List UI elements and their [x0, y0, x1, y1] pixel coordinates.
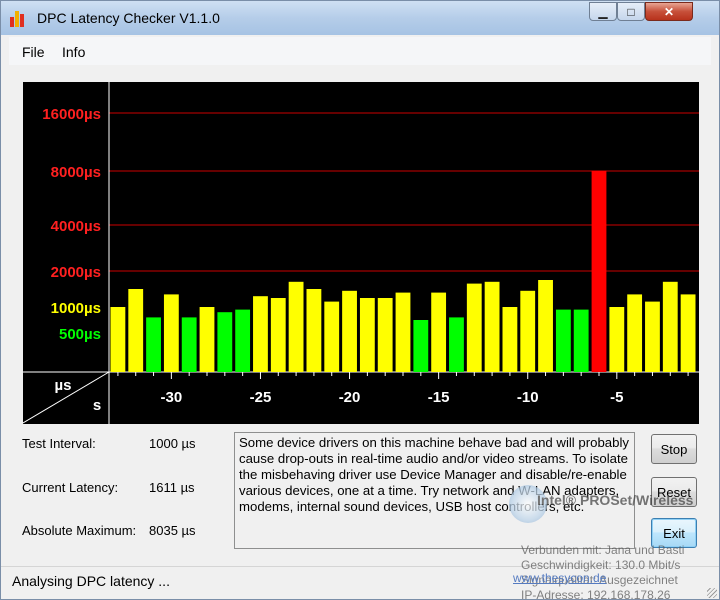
latency-bar — [377, 298, 393, 372]
latency-bar — [680, 294, 696, 372]
latency-bar — [128, 289, 144, 372]
test-interval-value: 1000 µs — [149, 436, 196, 451]
y-tick-label: 16000µs — [42, 106, 101, 123]
latency-bar — [609, 307, 625, 372]
x-unit-label: s — [93, 397, 101, 414]
y-tick-label: 500µs — [59, 326, 101, 343]
absolute-maximum-value: 8035 µs — [149, 523, 196, 538]
latency-bar — [627, 294, 643, 372]
latency-bar — [449, 317, 464, 372]
latency-bar — [520, 290, 536, 372]
latency-bar — [217, 312, 233, 372]
latency-bar — [502, 307, 518, 372]
app-icon — [10, 9, 28, 27]
latency-bar — [555, 309, 571, 372]
stop-button[interactable]: Stop — [651, 434, 697, 464]
x-tick-label: -10 — [517, 389, 539, 406]
absolute-maximum-label: Absolute Maximum: — [22, 523, 137, 538]
x-tick-label: -15 — [428, 389, 450, 406]
latency-bar — [163, 294, 179, 372]
menu-file[interactable]: File — [22, 44, 45, 60]
latency-bar — [431, 292, 447, 372]
y-tick-label: 8000µs — [51, 164, 101, 181]
latency-bar — [181, 317, 197, 372]
latency-bar — [395, 292, 411, 372]
thesycon-link[interactable]: www.thesycon.de — [513, 571, 606, 586]
latency-bar — [199, 307, 215, 372]
latency-bar — [288, 281, 304, 372]
latency-bar — [645, 301, 660, 372]
latency-bar — [538, 280, 553, 372]
latency-chart-svg: 16000µs 8000µs 4000µs 2000µs 1000µs 500µs -30 -… — [23, 82, 699, 424]
minimize-button[interactable]: ▁ — [589, 2, 617, 21]
x-tick-label: -30 — [161, 389, 183, 406]
app-window: DPC Latency Checker V1.1.0 ▁ □ ✕ File In… — [0, 0, 720, 600]
latency-bar — [270, 298, 286, 372]
y-tick-label: 4000µs — [51, 218, 101, 235]
latency-bar — [662, 281, 678, 372]
wifi-connected: Verbunden mit: Jana und Basti — [521, 543, 685, 557]
x-tick-label: -20 — [339, 389, 361, 406]
close-button[interactable]: ✕ — [645, 2, 693, 21]
latency-bar — [591, 170, 607, 372]
current-latency-value: 1611 µs — [149, 480, 195, 495]
menu-bar: File Info — [9, 37, 711, 65]
latency-bar — [253, 296, 268, 372]
wifi-notification[interactable]: Intel® PROSet/Wireless Verbunden mit: Ja… — [509, 483, 719, 600]
menu-info[interactable]: Info — [62, 44, 85, 60]
latency-bar — [110, 307, 126, 372]
latency-bar — [466, 283, 482, 372]
latency-bar — [484, 281, 500, 372]
latency-bar — [146, 317, 161, 372]
latency-bar — [359, 298, 375, 372]
latency-bar — [306, 289, 322, 372]
latency-bar — [573, 309, 589, 372]
y-tick-label: 1000µs — [51, 300, 101, 317]
x-tick-label: -5 — [610, 389, 623, 406]
latency-bar — [413, 320, 429, 372]
title-bar[interactable]: DPC Latency Checker V1.1.0 ▁ □ ✕ — [1, 1, 719, 35]
latency-chart: 16000µs 8000µs 4000µs 2000µs 1000µs 500µs -30 -… — [23, 82, 699, 424]
wifi-ip: IP-Adresse: 192.168.178.26 — [521, 588, 671, 600]
x-tick-label: -25 — [250, 389, 272, 406]
latency-bar — [342, 290, 357, 372]
window-title: DPC Latency Checker V1.1.0 — [37, 10, 220, 26]
latency-bar — [235, 309, 251, 372]
maximize-button[interactable]: □ — [617, 2, 645, 21]
test-interval-label: Test Interval: — [22, 436, 96, 451]
y-tick-label: 2000µs — [51, 264, 101, 281]
current-latency-label: Current Latency: — [22, 480, 119, 495]
latency-bar — [324, 301, 340, 372]
wifi-notification-title: Intel® PROSet/Wireless — [537, 492, 694, 508]
status-text: Analysing DPC latency ... — [12, 573, 170, 589]
y-unit-label: µs — [55, 377, 72, 394]
